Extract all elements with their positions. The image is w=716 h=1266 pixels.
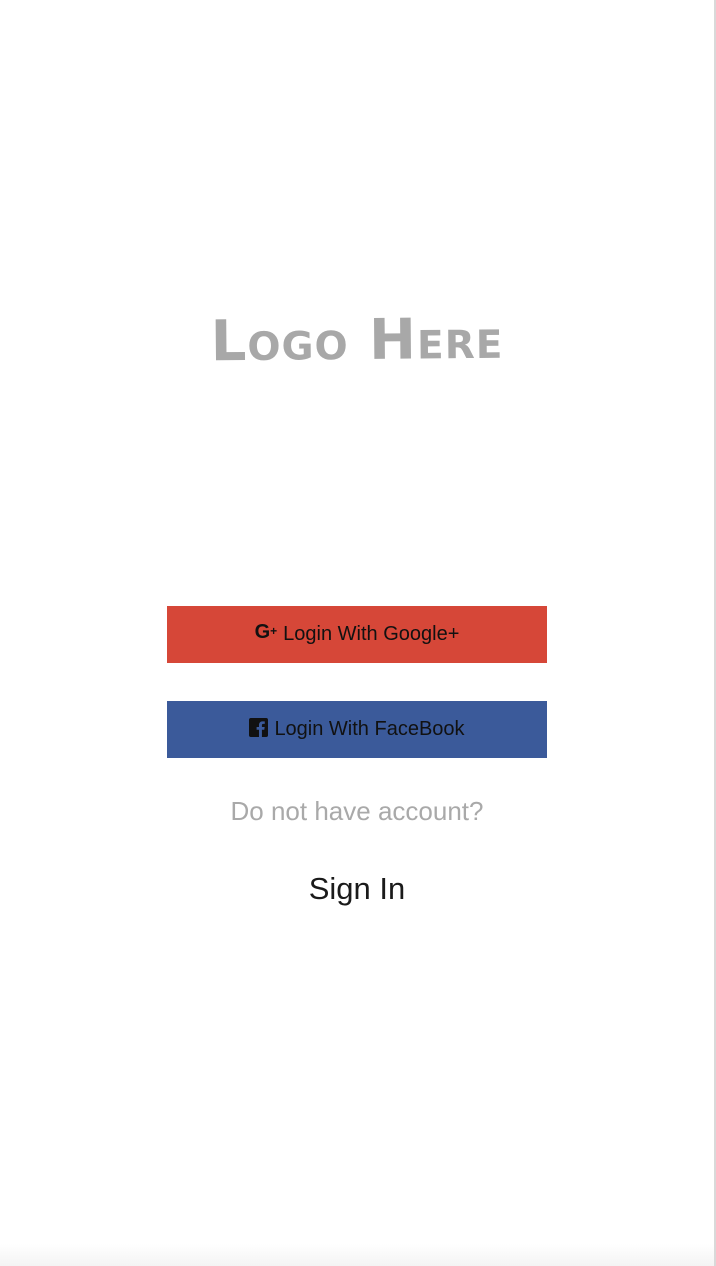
no-account-prompt: Do not have account? [230, 796, 484, 826]
login-google-label: Login With Google+ [283, 623, 460, 645]
bottom-edge [0, 1244, 714, 1266]
sign-in-link[interactable]: Sign In [0, 870, 714, 908]
login-facebook-label: Login With FaceBook [274, 718, 465, 740]
google-plus-icon: G + [254, 620, 278, 643]
facebook-icon [249, 718, 269, 739]
login-google-button[interactable]: G + Login With Google+ [167, 606, 547, 663]
login-facebook-button[interactable]: Login With FaceBook [167, 701, 547, 758]
app-logo: Logo Here [210, 306, 504, 375]
